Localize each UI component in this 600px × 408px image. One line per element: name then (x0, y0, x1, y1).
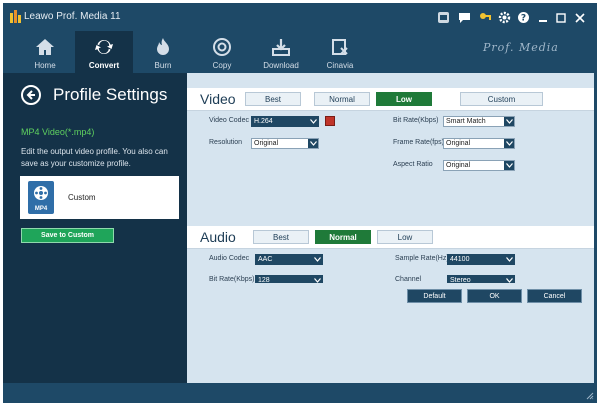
video-quality-custom-button[interactable]: Custom (460, 92, 543, 106)
sample-rate-value: 44100 (450, 256, 470, 263)
maximize-icon[interactable] (554, 11, 568, 25)
dialog-footer: Default OK Cancel (187, 283, 594, 313)
channel-label: Channel (395, 276, 422, 283)
brand-logo-text: Prof. Media (483, 41, 559, 54)
aspect-ratio-label: Aspect Ratio (393, 161, 433, 168)
audio-section-title: Audio (200, 229, 236, 245)
video-section-header: Video Best Normal Low Custom (187, 88, 594, 111)
audio-codec-label: Audio Codec (209, 255, 250, 262)
nav-label-copy: Copy (212, 61, 232, 70)
resolution-select[interactable]: Original (251, 138, 319, 149)
convert-icon (95, 39, 113, 55)
video-quality-normal-button[interactable]: Normal (314, 92, 370, 106)
window-title: Leawo Prof. Media 11 (24, 11, 121, 22)
chevron-down-icon (504, 139, 514, 148)
close-icon[interactable] (573, 11, 587, 25)
audio-codec-select[interactable]: AAC (255, 254, 323, 265)
nav-item-home[interactable]: Home (16, 31, 74, 73)
nav-label-convert: Convert (88, 61, 120, 70)
settings-panel: Video Best Normal Low Custom Video Codec… (187, 73, 594, 383)
nav-label-home: Home (34, 61, 56, 70)
default-button[interactable]: Default (407, 289, 462, 303)
nav-label-cinavia: Cinavia (326, 61, 354, 70)
arrow-left-icon (26, 90, 35, 100)
gear-icon[interactable] (498, 11, 511, 24)
nav-item-cinavia[interactable]: Cinavia (311, 31, 369, 73)
custom-profile-label: Custom (68, 193, 96, 202)
main-nav: Home Convert Burn Copy Download Cinavia … (3, 31, 597, 73)
frame-rate-select[interactable]: Original (443, 138, 515, 149)
mp4-icon-text: MP4 (35, 206, 48, 212)
nav-label-burn: Burn (154, 61, 172, 70)
chevron-down-icon (308, 117, 318, 126)
profile-sidebar: Profile Settings MP4 Video(*.mp4) Edit t… (3, 73, 187, 383)
help-icon[interactable]: ? (517, 11, 530, 24)
svg-text:?: ? (521, 14, 526, 24)
video-bitrate-value: Smart Match (446, 118, 486, 125)
resolution-label: Resolution (209, 139, 243, 146)
format-label: MP4 Video(*.mp4) (21, 127, 95, 137)
save-to-custom-button[interactable]: Save to Custom (21, 228, 114, 243)
copy-icon (213, 38, 231, 56)
nav-label-download: Download (263, 61, 299, 70)
frame-rate-value: Original (446, 140, 471, 147)
status-bar (3, 383, 597, 403)
audio-quality-best-button[interactable]: Best (253, 230, 309, 244)
burn-icon (157, 38, 169, 55)
resolution-value: Original (254, 140, 279, 147)
codec-info-icon[interactable] (325, 116, 335, 126)
video-codec-label: Video Codec (209, 117, 249, 124)
profile-description: Edit the output video profile. You also … (21, 147, 168, 168)
video-quality-best-button[interactable]: Best (245, 92, 301, 106)
video-bitrate-label: Bit Rate(Kbps) (393, 117, 439, 124)
audio-bitrate-label: Bit Rate(Kbps) (209, 276, 255, 283)
back-button[interactable] (21, 85, 41, 105)
page-title: Profile Settings (53, 85, 168, 104)
video-codec-select[interactable]: H.264 (251, 116, 319, 127)
frame-rate-label: Frame Rate(fps) (393, 139, 444, 146)
home-icon (36, 39, 54, 55)
chat-icon[interactable] (458, 11, 471, 24)
audio-section-header: Audio Best Normal Low (187, 226, 594, 249)
minimize-icon[interactable] (536, 11, 550, 25)
video-codec-value: H.264 (254, 118, 273, 125)
ok-button[interactable]: OK (467, 289, 522, 303)
leawo-logo-icon (10, 10, 21, 23)
aspect-ratio-select[interactable]: Original (443, 160, 515, 171)
sample-rate-label: Sample Rate(Hz) (395, 255, 449, 262)
sample-rate-select[interactable]: 44100 (447, 254, 515, 265)
title-bar: Leawo Prof. Media 11 ? (3, 3, 597, 31)
mp4-file-icon: MP4 (28, 181, 54, 214)
video-bitrate-select[interactable]: Smart Match (443, 116, 515, 127)
key-icon[interactable] (479, 11, 492, 24)
audio-quality-low-button[interactable]: Low (377, 230, 433, 244)
cancel-button[interactable]: Cancel (527, 289, 582, 303)
chevron-down-icon (504, 117, 514, 126)
video-quality-low-button[interactable]: Low (376, 92, 432, 106)
chevron-down-icon (308, 139, 318, 148)
custom-profile-card[interactable]: MP4 Custom (20, 176, 179, 219)
chevron-down-icon (504, 161, 514, 170)
nav-item-convert[interactable]: Convert (75, 31, 133, 73)
audio-quality-normal-button[interactable]: Normal (315, 230, 371, 244)
chevron-down-icon (504, 255, 514, 264)
nav-item-copy[interactable]: Copy (193, 31, 251, 73)
audio-codec-value: AAC (258, 256, 273, 263)
media-player-icon[interactable] (437, 11, 450, 24)
chevron-down-icon (312, 255, 322, 264)
nav-item-burn[interactable]: Burn (134, 31, 192, 73)
app-window: Leawo Prof. Media 11 ? Home Convert Burn… (3, 3, 597, 403)
nav-item-download[interactable]: Download (252, 31, 310, 73)
download-icon (272, 39, 290, 56)
cinavia-icon (332, 39, 348, 55)
aspect-ratio-value: Original (446, 162, 471, 169)
video-section-title: Video (200, 91, 236, 107)
resize-grip-icon[interactable] (586, 392, 594, 400)
